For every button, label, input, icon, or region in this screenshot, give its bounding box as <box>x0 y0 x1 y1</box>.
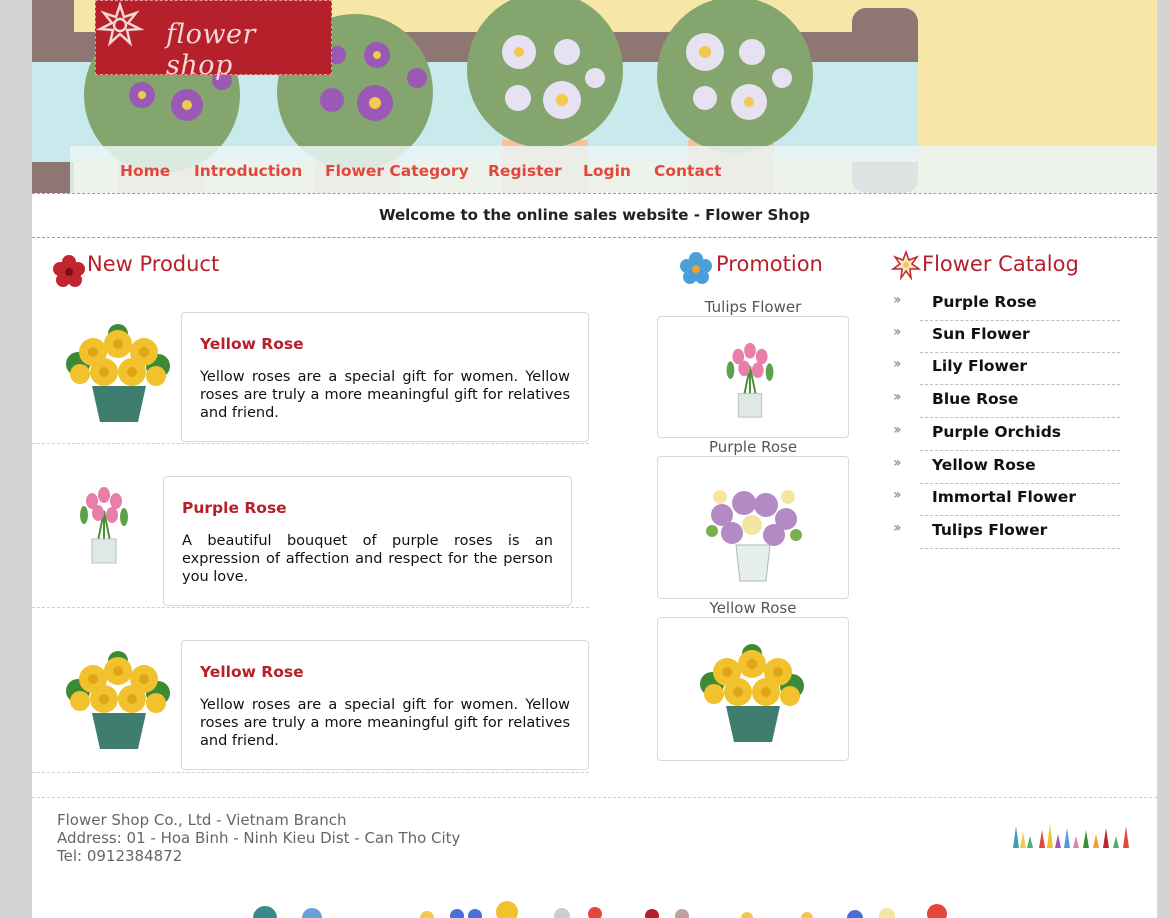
blue-flower-icon <box>680 252 712 284</box>
catalog-item[interactable]: ›› Immortal Flower <box>893 484 1120 516</box>
catalog-item[interactable]: ›› Lily Flower <box>893 353 1120 385</box>
red-flower-icon <box>53 255 85 287</box>
promo-label: Tulips Flower <box>704 298 802 316</box>
product-card[interactable]: Purple Rose A beautiful bouquet of purpl… <box>32 443 589 608</box>
yellow-bouquet-image <box>700 644 804 742</box>
catalog-link[interactable]: Purple Rose <box>932 293 1037 311</box>
flower-logo-icon <box>96 1 144 47</box>
catalog-item[interactable]: ›› Yellow Rose <box>893 452 1120 484</box>
tulips-image <box>726 342 774 418</box>
nav-flower-category[interactable]: Flower Category <box>325 162 469 180</box>
catalog-link[interactable]: Tulips Flower <box>932 521 1047 539</box>
nav-contact[interactable]: Contact <box>654 162 722 180</box>
double-chevron-icon: ›› <box>893 324 901 340</box>
product-name[interactable]: Purple Rose <box>182 499 287 517</box>
double-chevron-icon: ›› <box>893 455 901 471</box>
main-nav: Home Introduction Flower Category Regist… <box>70 146 1157 193</box>
logo-text: flower shop <box>166 19 256 81</box>
product-name[interactable]: Yellow Rose <box>200 663 304 681</box>
welcome-banner: Welcome to the online sales website - Fl… <box>32 193 1157 238</box>
double-chevron-icon: ›› <box>893 487 901 503</box>
purple-bouquet-image <box>706 490 802 582</box>
catalog-link[interactable]: Purple Orchids <box>932 423 1061 441</box>
product-name[interactable]: Yellow Rose <box>200 335 304 353</box>
catalog-item[interactable]: ›› Tulips Flower <box>893 517 1120 549</box>
product-card[interactable]: Yellow Rose Yellow roses are a special g… <box>32 298 589 444</box>
product-description: Yellow roses are a special gift for wome… <box>200 697 570 749</box>
product-info: Yellow Rose Yellow roses are a special g… <box>181 312 589 442</box>
nav-login[interactable]: Login <box>583 162 631 180</box>
catalog-link[interactable]: Lily Flower <box>932 357 1027 375</box>
catalog-link[interactable]: Sun Flower <box>932 325 1030 343</box>
page: flower shop Home Introduction Flower Cat… <box>32 0 1157 918</box>
promo-label: Yellow Rose <box>709 599 797 617</box>
catalog-title: Flower Catalog <box>922 252 1079 276</box>
catalog-link[interactable]: Immortal Flower <box>932 488 1076 506</box>
footer-divider <box>32 797 1157 798</box>
double-chevron-icon: ›› <box>893 356 901 372</box>
purple-rose-image <box>80 487 128 564</box>
header-banner: flower shop Home Introduction Flower Cat… <box>32 0 1157 193</box>
product-description: Yellow roses are a special gift for wome… <box>200 369 570 421</box>
product-card[interactable]: Yellow Rose Yellow roses are a special g… <box>32 607 589 773</box>
catalog-item[interactable]: ›› Purple Rose <box>893 289 1120 321</box>
nav-home[interactable]: Home <box>120 162 170 180</box>
catalog-item[interactable]: ›› Blue Rose <box>893 386 1120 418</box>
yellow-rose-image <box>66 324 170 422</box>
colorful-grass-icon <box>1013 824 1129 848</box>
double-chevron-icon: ›› <box>893 292 901 308</box>
double-chevron-icon: ›› <box>893 389 901 405</box>
double-chevron-icon: ›› <box>893 520 901 536</box>
footer-tel: Tel: 0912384872 <box>57 847 183 865</box>
double-chevron-icon: ›› <box>893 422 901 438</box>
promo-item[interactable] <box>657 316 849 438</box>
promo-label: Purple Rose <box>708 438 798 456</box>
footer-flower-strip <box>253 901 947 918</box>
product-info: Purple Rose A beautiful bouquet of purpl… <box>163 476 572 606</box>
yellow-rose-image <box>66 651 170 749</box>
nav-introduction[interactable]: Introduction <box>194 162 302 180</box>
promotion-title: Promotion <box>716 252 823 276</box>
promo-item[interactable] <box>657 617 849 761</box>
logo[interactable]: flower shop <box>95 0 332 81</box>
catalog-link[interactable]: Blue Rose <box>932 390 1018 408</box>
footer-address: Address: 01 - Hoa Binh - Ninh Kieu Dist … <box>57 829 461 847</box>
promo-item[interactable] <box>657 456 849 599</box>
catalog-item[interactable]: ›› Sun Flower <box>893 321 1120 353</box>
catalog-item[interactable]: ›› Purple Orchids <box>893 419 1120 451</box>
product-info: Yellow Rose Yellow roses are a special g… <box>181 640 589 770</box>
footer-company: Flower Shop Co., Ltd - Vietnam Branch <box>57 811 347 829</box>
nav-register[interactable]: Register <box>488 162 562 180</box>
outline-flower-icon <box>891 250 921 280</box>
new-product-title: New Product <box>87 252 220 276</box>
catalog-link[interactable]: Yellow Rose <box>932 456 1036 474</box>
product-description: A beautiful bouquet of purple roses is a… <box>182 533 553 585</box>
